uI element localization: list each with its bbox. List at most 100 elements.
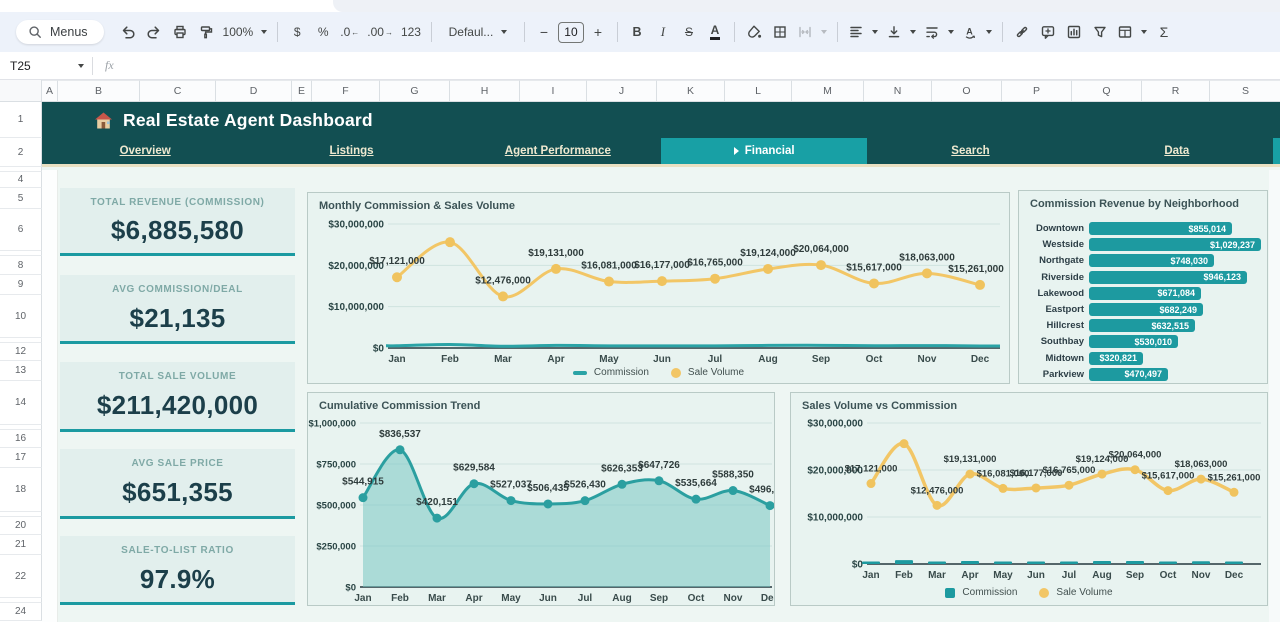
svg-text:Jul: Jul — [708, 354, 723, 365]
undo-button[interactable] — [116, 19, 140, 45]
column-header-G[interactable]: G — [380, 80, 450, 102]
tab-search[interactable]: Search — [867, 138, 1073, 164]
tab-listings[interactable]: Listings — [248, 138, 454, 164]
menus-button[interactable]: Menus — [16, 20, 104, 44]
svg-text:Jun: Jun — [653, 354, 671, 365]
row-header-6[interactable]: 6 — [0, 209, 42, 251]
cell-name-box[interactable]: T25 — [0, 59, 92, 73]
font-size-input[interactable]: 10 — [558, 22, 584, 43]
tab-data[interactable]: Data — [1074, 138, 1280, 164]
bold-button[interactable]: B — [625, 19, 649, 45]
row-header-8[interactable]: 8 — [0, 256, 42, 275]
format-percent-button[interactable]: % — [311, 19, 335, 45]
row-header-20[interactable]: 20 — [0, 517, 42, 535]
row-header-10[interactable]: 10 — [0, 295, 42, 338]
decrease-decimal-button[interactable]: .0← — [337, 19, 362, 45]
column-header-K[interactable]: K — [657, 80, 725, 102]
column-header-F[interactable]: F — [312, 80, 380, 102]
number-format-button[interactable]: 123 — [398, 19, 424, 45]
chart-monthly-commission-sales-volume[interactable]: Monthly Commission & Sales Volume $0$10,… — [307, 192, 1010, 384]
column-header-I[interactable]: I — [520, 80, 587, 102]
toolbar-divider — [277, 22, 278, 42]
row-header-13[interactable]: 13 — [0, 361, 42, 381]
column-header-S[interactable]: S — [1210, 80, 1280, 102]
text-wrap-button[interactable] — [921, 19, 957, 45]
column-header-B[interactable]: B — [58, 80, 140, 102]
column-header-D[interactable]: D — [216, 80, 292, 102]
legend-swatch — [945, 588, 955, 598]
select-all-corner[interactable] — [0, 80, 42, 102]
tab-agent-performance[interactable]: Agent Performance — [455, 138, 661, 164]
increase-decimal-button[interactable]: .00→ — [364, 19, 396, 45]
create-filter-button[interactable] — [1088, 19, 1112, 45]
column-header-A[interactable]: A — [42, 80, 58, 102]
row-header-12[interactable]: 12 — [0, 343, 42, 361]
svg-text:$496,396: $496,396 — [749, 485, 775, 496]
increase-font-size-button[interactable]: + — [586, 19, 610, 45]
insert-comment-button[interactable] — [1036, 19, 1060, 45]
table-options-button[interactable] — [1114, 19, 1150, 45]
row-header-16[interactable]: 16 — [0, 430, 42, 448]
merge-cells-button[interactable] — [794, 19, 830, 45]
column-header-J[interactable]: J — [587, 80, 657, 102]
chevron-down-icon — [986, 30, 992, 34]
column-header-C[interactable]: C — [140, 80, 216, 102]
insert-chart-button[interactable] — [1062, 19, 1086, 45]
chart-commission-by-neighborhood[interactable]: Commission Revenue by Neighborhood Downt… — [1018, 190, 1268, 384]
svg-text:Sep: Sep — [1126, 570, 1144, 581]
column-header-E[interactable]: E — [292, 80, 312, 102]
row-header-24[interactable]: 24 — [0, 603, 42, 621]
row-header-21[interactable]: 21 — [0, 535, 42, 555]
row-header-22[interactable]: 22 — [0, 555, 42, 598]
zoom-control[interactable]: 100% — [220, 19, 271, 45]
column-header-M[interactable]: M — [792, 80, 864, 102]
horizontal-align-button[interactable] — [845, 19, 881, 45]
italic-button[interactable]: I — [651, 19, 675, 45]
kpi-card-1[interactable]: TOTAL REVENUE (COMMISSION)$6,885,580 — [60, 188, 295, 256]
borders-button[interactable] — [768, 19, 792, 45]
tab-financial[interactable]: Financial — [661, 138, 867, 164]
svg-text:Jan: Jan — [388, 354, 405, 365]
print-button[interactable] — [168, 19, 192, 45]
text-rotation-button[interactable]: A — [959, 19, 995, 45]
column-header-N[interactable]: N — [864, 80, 932, 102]
kpi-card-3[interactable]: TOTAL SALE VOLUME$211,420,000 — [60, 362, 295, 432]
decrease-font-size-button[interactable]: − — [532, 19, 556, 45]
kpi-card-4[interactable]: AVG SALE PRICE$651,355 — [60, 449, 295, 519]
row-header-4[interactable]: 4 — [0, 172, 42, 188]
row-header-2[interactable]: 2 — [0, 138, 42, 167]
chart-cumulative-commission-trend[interactable]: Cumulative Commission Trend $0$250,000$5… — [307, 392, 775, 606]
legend-item: Commission — [945, 587, 1017, 598]
column-header-R[interactable]: R — [1142, 80, 1210, 102]
strikethrough-button[interactable]: S — [677, 19, 701, 45]
kpi-card-5[interactable]: SALE-TO-LIST RATIO97.9% — [60, 536, 295, 605]
format-currency-button[interactable]: $ — [285, 19, 309, 45]
column-header-Q[interactable]: Q — [1072, 80, 1142, 102]
row-header-9[interactable]: 9 — [0, 275, 42, 295]
paint-format-button[interactable] — [194, 19, 218, 45]
insert-link-button[interactable] — [1010, 19, 1034, 45]
svg-text:Nov: Nov — [724, 593, 743, 604]
row-header-17[interactable]: 17 — [0, 448, 42, 468]
fill-color-button[interactable] — [742, 19, 766, 45]
align-left-icon — [848, 24, 864, 40]
text-color-button[interactable]: A — [703, 19, 727, 45]
chart-sales-volume-vs-commission[interactable]: Sales Volume vs Commission $0$10,000,000… — [790, 392, 1268, 606]
column-header-H[interactable]: H — [450, 80, 520, 102]
line-chart: $0$10,000,000$20,000,000$30,000,000JanFe… — [308, 193, 1010, 384]
vertical-align-button[interactable] — [883, 19, 919, 45]
column-header-L[interactable]: L — [725, 80, 792, 102]
row-header-14[interactable]: 14 — [0, 381, 42, 425]
column-header-O[interactable]: O — [932, 80, 1002, 102]
tab-overview[interactable]: Overview — [42, 138, 248, 164]
kpi-card-2[interactable]: AVG COMMISSION/DEAL$21,135 — [60, 275, 295, 344]
window-top-strip-shade — [333, 0, 1280, 12]
column-header-P[interactable]: P — [1002, 80, 1072, 102]
row-header-5[interactable]: 5 — [0, 188, 42, 209]
svg-text:$0: $0 — [373, 344, 385, 355]
row-header-1[interactable]: 1 — [0, 102, 42, 138]
functions-button[interactable]: Σ — [1152, 19, 1176, 45]
redo-button[interactable] — [142, 19, 166, 45]
font-family-control[interactable]: Defaul... — [439, 19, 517, 45]
row-header-18[interactable]: 18 — [0, 468, 42, 512]
